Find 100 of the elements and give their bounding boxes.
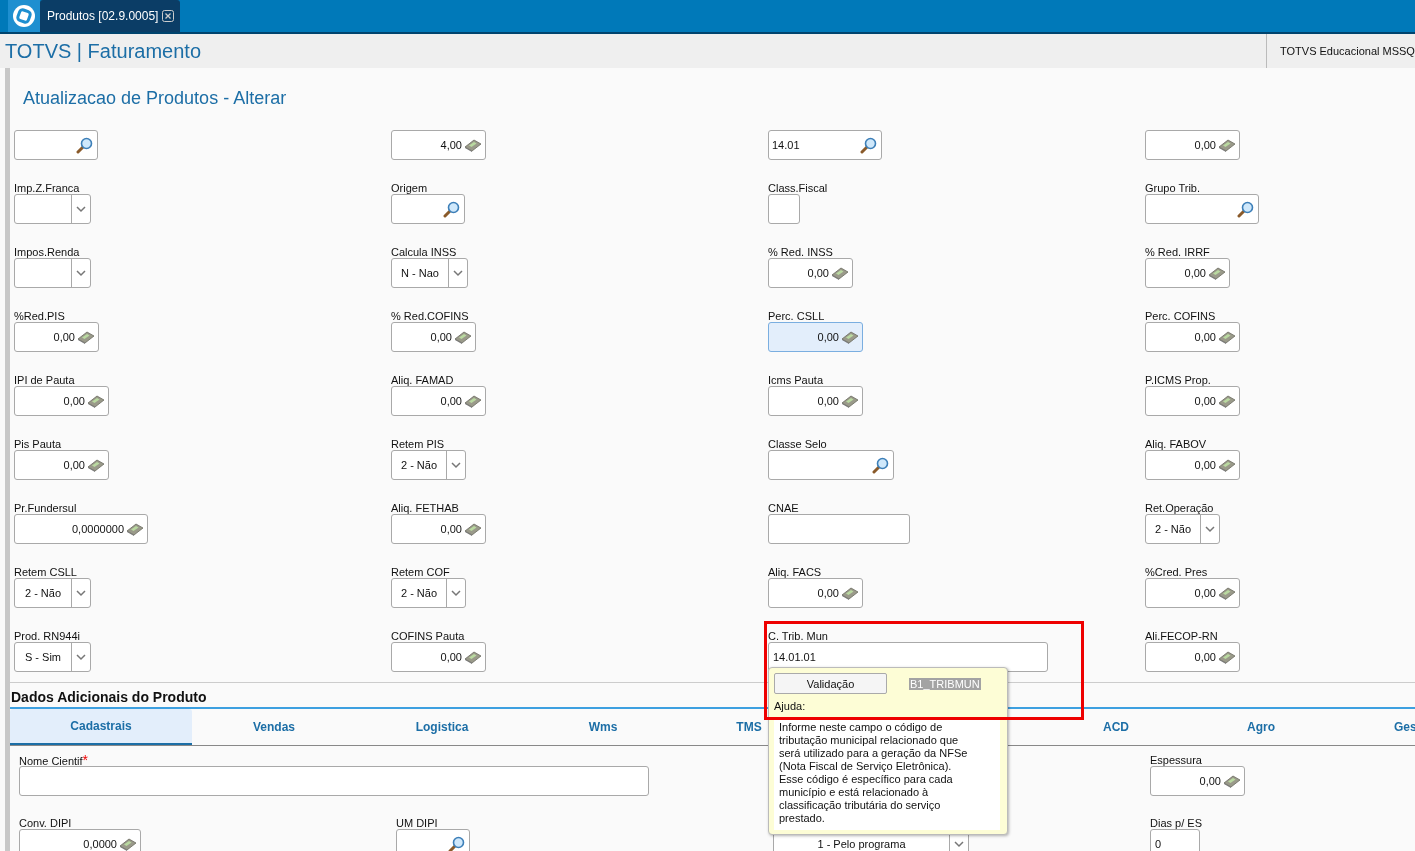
calculator-icon[interactable] (1218, 650, 1236, 664)
input-field[interactable]: 0,00 (768, 578, 863, 608)
search-icon[interactable] (443, 200, 460, 218)
input-field[interactable]: 0,00 (14, 322, 99, 352)
calculator-icon[interactable] (841, 394, 859, 408)
field-label: Aliq. FACS (768, 566, 822, 578)
input-field[interactable]: 0,00 (391, 514, 486, 544)
calculator-icon[interactable] (841, 330, 859, 344)
calculator-icon[interactable] (1218, 586, 1236, 600)
chevron-down-icon[interactable] (76, 653, 86, 661)
input-field[interactable]: 0,00 (1145, 322, 1240, 352)
search-icon[interactable] (872, 456, 889, 474)
search-icon[interactable] (860, 136, 877, 154)
search-icon[interactable] (1237, 200, 1254, 218)
input-field[interactable]: 0,0000 (19, 829, 141, 851)
window-tab[interactable]: Produtos [02.9.0005] (40, 0, 181, 32)
dropdown[interactable]: 2 - Não (14, 578, 91, 608)
calculator-icon[interactable] (126, 522, 144, 536)
dropdown[interactable]: 2 - Não (391, 450, 466, 480)
chevron-down-icon[interactable] (954, 840, 964, 848)
input-field[interactable]: 0,00 (768, 322, 863, 352)
search-icon[interactable] (448, 835, 465, 851)
field-label: UM DIPI (396, 817, 438, 829)
input-field[interactable]: 0,0000000 (14, 514, 148, 544)
field-label: C. Trib. Mun (768, 630, 828, 642)
field-label: Prod. RN944i (14, 630, 81, 642)
form-title: Atualizacao de Produtos - Alterar (22, 87, 288, 110)
input-field[interactable]: 14.01 (768, 130, 882, 160)
input-field[interactable] (391, 194, 465, 224)
input-field[interactable]: 0,00 (1150, 766, 1245, 796)
calculator-icon[interactable] (87, 394, 105, 408)
section-tab[interactable]: Vendas (192, 709, 356, 745)
calculator-icon[interactable] (464, 522, 482, 536)
section-tab[interactable]: Logistica (356, 709, 528, 745)
input-field[interactable]: 0,00 (1145, 258, 1230, 288)
dropdown[interactable]: S - Sim (14, 642, 91, 672)
chevron-down-icon[interactable] (451, 589, 461, 597)
input-field[interactable] (1145, 194, 1259, 224)
close-icon[interactable] (162, 10, 175, 22)
input-field[interactable] (14, 130, 98, 160)
input-field[interactable]: 0,00 (1145, 578, 1240, 608)
dropdown[interactable]: N - Nao (391, 258, 468, 288)
input-field[interactable]: 0,00 (768, 386, 863, 416)
chevron-down-icon[interactable] (76, 589, 86, 597)
dropdown[interactable] (14, 194, 91, 224)
input-field[interactable]: 4,00 (391, 130, 486, 160)
field-label: Aliq. FAMAD (391, 374, 454, 386)
section-tab[interactable]: Agro (1190, 709, 1332, 745)
input-field[interactable]: 0,00 (391, 642, 486, 672)
chevron-down-icon[interactable] (453, 269, 463, 277)
input-field[interactable]: 0,00 (391, 386, 486, 416)
section-tab[interactable]: ACD (1042, 709, 1190, 745)
chevron-down-icon[interactable] (76, 205, 86, 213)
chevron-down-icon[interactable] (76, 269, 86, 277)
calculator-icon[interactable] (1218, 138, 1236, 152)
calculator-icon[interactable] (1218, 330, 1236, 344)
dropdown[interactable] (14, 258, 91, 288)
validation-button[interactable]: Validação (774, 673, 887, 694)
required-mark: * (82, 752, 89, 768)
input-field[interactable] (768, 194, 800, 224)
calculator-icon[interactable] (119, 837, 137, 851)
calculator-icon[interactable] (464, 138, 482, 152)
field-id: B1_TRIBMUN (909, 677, 981, 690)
section-tab[interactable]: Wms (528, 709, 678, 745)
input-field[interactable]: 0,00 (1145, 386, 1240, 416)
input-field[interactable] (768, 450, 894, 480)
field-label: Conv. DIPI (19, 817, 72, 829)
input-field[interactable]: 0,00 (768, 258, 853, 288)
dropdown[interactable]: 2 - Não (391, 578, 466, 608)
section-tab[interactable]: Cadastrais (10, 709, 192, 745)
calculator-icon[interactable] (841, 586, 859, 600)
field-label: Retem PIS (391, 438, 445, 450)
calculator-icon[interactable] (464, 650, 482, 664)
calculator-icon[interactable] (87, 458, 105, 472)
input-field[interactable]: 0,00 (391, 322, 476, 352)
calculator-icon[interactable] (1218, 394, 1236, 408)
input-field[interactable]: 0 (1150, 829, 1200, 851)
calculator-icon[interactable] (1218, 458, 1236, 472)
calculator-icon[interactable] (464, 394, 482, 408)
field-label: Ali.FECOP-RN (1145, 630, 1218, 642)
input-field[interactable]: 0,00 (1145, 450, 1240, 480)
input-field[interactable] (19, 766, 649, 796)
input-field[interactable]: 0,00 (1145, 642, 1240, 672)
search-icon[interactable] (76, 136, 93, 154)
input-field[interactable] (768, 514, 910, 544)
help-label: Ajuda: (774, 700, 807, 712)
chevron-down-icon[interactable] (451, 461, 461, 469)
calculator-icon[interactable] (77, 330, 95, 344)
input-field[interactable] (396, 829, 470, 851)
calculator-icon[interactable] (1223, 774, 1241, 788)
chevron-down-icon[interactable] (1205, 525, 1215, 533)
input-field[interactable]: 0,00 (1145, 130, 1240, 160)
dropdown[interactable]: 2 - Não (1145, 514, 1220, 544)
input-field[interactable]: 0,00 (14, 386, 109, 416)
calculator-icon[interactable] (1208, 266, 1226, 280)
logo-icon[interactable] (12, 4, 36, 28)
input-field[interactable]: 0,00 (14, 450, 109, 480)
calculator-icon[interactable] (454, 330, 472, 344)
calculator-icon[interactable] (831, 266, 849, 280)
field-label: P.ICMS Prop. (1145, 374, 1211, 386)
